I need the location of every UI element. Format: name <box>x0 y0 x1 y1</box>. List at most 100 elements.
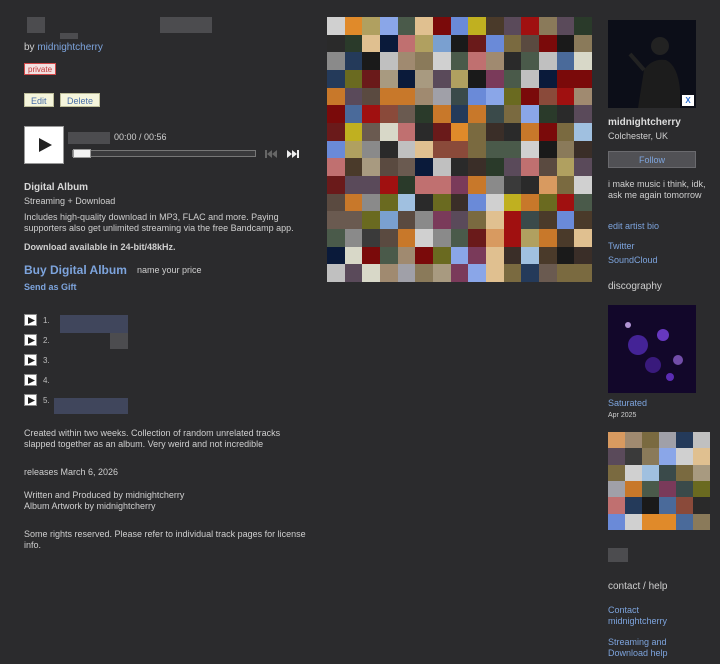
cover-pixel <box>397 140 416 159</box>
cover-pixel <box>432 158 451 176</box>
contact-link[interactable]: Contact midnightcherry <box>608 605 688 627</box>
delete-button[interactable]: Delete <box>60 93 101 107</box>
cover-pixel <box>521 52 539 70</box>
soundcloud-link[interactable]: SoundCloud <box>608 255 658 266</box>
cover-pixel <box>538 34 557 53</box>
previous-track-icon[interactable] <box>265 150 277 158</box>
format-subtitle: Streaming + Download <box>24 196 116 206</box>
cover-pixel <box>344 228 363 247</box>
cover-pixel <box>468 52 486 70</box>
cover-pixel <box>676 432 693 449</box>
cover-pixel <box>397 105 416 123</box>
cover-pixel <box>608 513 625 530</box>
play-icon <box>39 138 52 152</box>
cover-pixel <box>450 52 469 70</box>
help-link[interactable]: Streaming and Download help <box>608 637 688 659</box>
cover-pixel <box>432 264 451 282</box>
cover-pixel <box>538 69 557 88</box>
twitter-link[interactable]: Twitter <box>608 241 635 252</box>
cover-pixel <box>397 122 416 141</box>
cover-pixel <box>503 69 522 88</box>
track-title-redacted <box>68 132 110 144</box>
artist-link[interactable]: midnightcherry <box>37 42 103 53</box>
cover-pixel <box>415 246 433 265</box>
cover-pixel <box>503 34 522 53</box>
cover-pixel <box>485 211 504 229</box>
cover-pixel <box>556 228 575 247</box>
track-play-button[interactable] <box>24 374 37 386</box>
cover-pixel <box>327 246 345 265</box>
cover-pixel <box>521 246 539 265</box>
cover-pixel <box>485 87 504 106</box>
cover-pixel <box>556 105 575 123</box>
cover-pixel <box>521 193 539 212</box>
cover-pixel <box>432 140 451 159</box>
progress-bar[interactable] <box>72 149 256 158</box>
discography-cover-2[interactable] <box>608 432 710 530</box>
edit-bio-link[interactable]: edit artist bio <box>608 221 659 232</box>
cover-pixel <box>556 87 575 106</box>
format-title: Digital Album <box>24 182 89 193</box>
cover-pixel <box>379 52 398 70</box>
cover-pixel <box>538 52 557 70</box>
cover-pixel <box>625 513 642 530</box>
cover-pixel <box>397 193 416 212</box>
follow-button[interactable]: Follow <box>608 151 696 168</box>
track-titles-redacted <box>110 333 128 349</box>
buy-album-link[interactable]: Buy Digital Album <box>24 263 127 277</box>
artist-bio: i make music i think, idk, ask me again … <box>608 179 706 200</box>
cover-pixel <box>362 87 380 106</box>
track-play-button[interactable] <box>24 394 37 406</box>
discography-title-link[interactable]: Saturated <box>608 398 647 409</box>
progress-thumb[interactable] <box>73 149 91 158</box>
cover-pixel <box>538 17 557 35</box>
cover-pixel <box>450 122 469 141</box>
cover-pixel <box>503 246 522 265</box>
cover-pixel <box>574 193 592 212</box>
cover-pixel <box>362 122 380 141</box>
cover-pixel <box>503 264 522 282</box>
discography-heading: discography <box>608 281 662 292</box>
cover-pixel <box>327 69 345 88</box>
byline: by midnightcherry <box>24 42 103 53</box>
cover-pixel <box>521 264 539 282</box>
cover-pixel <box>397 87 416 106</box>
play-icon <box>28 377 35 384</box>
cover-pixel <box>556 69 575 88</box>
track-play-button[interactable] <box>24 314 37 326</box>
cover-pixel <box>327 193 345 212</box>
cover-pixel <box>574 228 592 247</box>
track-number: 3. <box>43 356 50 365</box>
send-as-gift-link[interactable]: Send as Gift <box>24 282 77 293</box>
discography-cover[interactable] <box>608 305 696 393</box>
cover-pixel <box>521 17 539 35</box>
cover-pixel <box>344 246 363 265</box>
next-track-icon[interactable] <box>287 150 299 158</box>
cover-pixel <box>521 140 539 159</box>
track-play-button[interactable] <box>24 354 37 366</box>
track-play-button[interactable] <box>24 334 37 346</box>
cover-pixel <box>415 228 433 247</box>
cover-pixel <box>521 228 539 247</box>
album-cover[interactable] <box>327 17 592 282</box>
cover-pixel <box>538 175 557 194</box>
play-button[interactable] <box>24 126 64 164</box>
cover-pixel <box>450 34 469 53</box>
cover-pixel <box>450 69 469 88</box>
cover-pixel <box>521 105 539 123</box>
cover-pixel <box>468 105 486 123</box>
cover-pixel <box>344 87 363 106</box>
edit-button[interactable]: Edit <box>24 93 54 107</box>
release-date: releases March 6, 2026 <box>24 467 119 477</box>
cover-pixel <box>574 122 592 141</box>
cover-pixel <box>327 52 345 70</box>
close-icon[interactable]: X <box>682 95 694 106</box>
cover-pixel <box>344 140 363 159</box>
cover-pixel <box>415 158 433 176</box>
cover-pixel <box>468 69 486 88</box>
cover-pixel <box>468 34 486 53</box>
cover-pixel <box>432 105 451 123</box>
cover-pixel <box>432 193 451 212</box>
artist-photo[interactable]: X <box>608 20 696 108</box>
cover-pixel <box>556 246 575 265</box>
